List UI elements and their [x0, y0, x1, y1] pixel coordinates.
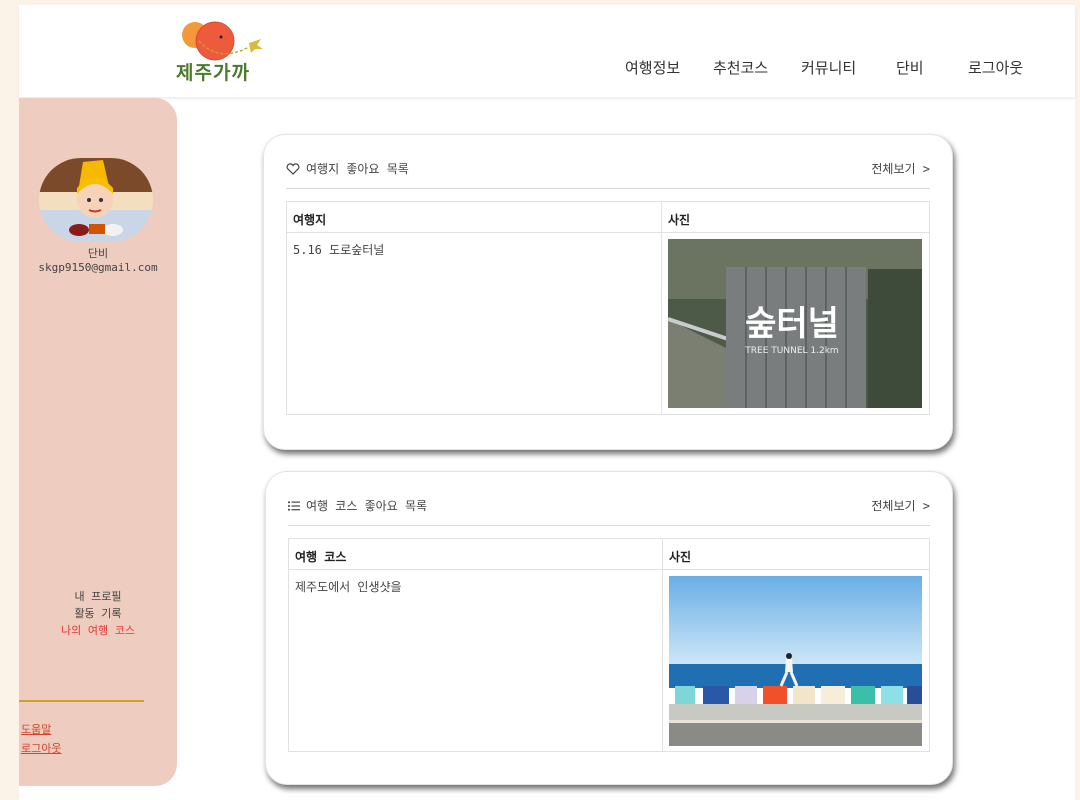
column-divider: [662, 539, 663, 569]
column-divider: [661, 233, 662, 414]
page: 제주가까 여행정보 추천코스 커뮤니티 단비 로그아웃 단비 skgp9150@…: [19, 5, 1075, 800]
photo-sign-title: 숲터널: [745, 304, 839, 344]
card-header: 여행 코스 좋아요 목록 전체보기 >: [288, 472, 930, 526]
liked-courses-table: 여행 코스 사진 제주도에서 인생샷을: [288, 538, 930, 752]
sidebar-menu: 내 프로필 활동 기록 나의 여행 코스: [19, 588, 177, 639]
logout-link[interactable]: 로그아웃: [21, 739, 61, 758]
liked-courses-title: 여행 코스 좋아요 목록: [306, 499, 428, 513]
nav-travel-info[interactable]: 여행정보: [625, 57, 680, 78]
photo-sign-subtitle: TREE TUNNEL 1.2km: [744, 346, 838, 356]
liked-places-card: 여행지 좋아요 목록 전체보기 > 여행지 사진 5.16 도로숲터널 숲터널 …: [263, 134, 953, 450]
view-all-courses-button[interactable]: 전체보기 >: [871, 497, 930, 514]
list-icon: [288, 501, 300, 510]
column-header-photo: 사진: [668, 213, 691, 227]
liked-places-title: 여행지 좋아요 목록: [306, 162, 409, 176]
column-divider: [662, 570, 663, 751]
sidebar-item-activity-log[interactable]: 활동 기록: [19, 605, 177, 622]
liked-places-table: 여행지 사진 5.16 도로숲터널 숲터널 TREE TUNNEL 1.2km: [286, 201, 930, 415]
nav-community[interactable]: 커뮤니티: [801, 57, 856, 78]
nav-recommended-course[interactable]: 추천코스: [713, 57, 768, 78]
table-row[interactable]: 5.16 도로숲터널 숲터널 TREE TUNNEL 1.2km: [287, 233, 929, 414]
sidebar-divider: [19, 700, 144, 702]
profile-email: skgp9150@gmail.com: [38, 261, 158, 274]
avatar: [39, 158, 153, 242]
table-row[interactable]: 제주도에서 인생샷을: [289, 570, 929, 751]
table-header: 여행 코스 사진: [289, 539, 929, 570]
place-name[interactable]: 5.16 도로숲터널: [293, 241, 384, 258]
sidebar: 단비 skgp9150@gmail.com 내 프로필 활동 기록 나의 여행 …: [19, 98, 177, 786]
top-header: 제주가까 여행정보 추천코스 커뮤니티 단비 로그아웃: [19, 5, 1075, 97]
heart-icon: [286, 162, 300, 175]
sidebar-item-my-profile[interactable]: 내 프로필: [19, 588, 177, 605]
tree-tunnel-photo[interactable]: 숲터널 TREE TUNNEL 1.2km: [668, 239, 922, 408]
help-link[interactable]: 도움말: [21, 720, 61, 739]
card-title: 여행 코스 좋아요 목록: [288, 497, 427, 514]
main-nav: 여행정보 추천코스 커뮤니티 단비 로그아웃: [19, 57, 1075, 83]
liked-courses-card: 여행 코스 좋아요 목록 전체보기 > 여행 코스 사진 제주도에서 인생샷을: [265, 471, 953, 785]
column-divider: [661, 202, 662, 232]
card-header: 여행지 좋아요 목록 전체보기 >: [286, 135, 930, 189]
course-name[interactable]: 제주도에서 인생샷을: [295, 578, 402, 595]
nav-logout[interactable]: 로그아웃: [968, 57, 1023, 78]
profile-username: 단비: [87, 247, 109, 260]
nav-user-name[interactable]: 단비: [896, 57, 924, 78]
column-header-place: 여행지: [293, 213, 327, 227]
sidebar-item-my-travel-course[interactable]: 나의 여행 코스: [19, 622, 177, 639]
seaside-photo[interactable]: [669, 576, 922, 746]
card-title: 여행지 좋아요 목록: [286, 160, 409, 177]
sidebar-links: 도움말 로그아웃: [21, 720, 61, 758]
avatar-image: [39, 158, 153, 242]
column-header-course: 여행 코스: [295, 550, 347, 564]
table-header: 여행지 사진: [287, 202, 929, 233]
column-header-photo: 사진: [669, 550, 692, 564]
view-all-places-button[interactable]: 전체보기 >: [871, 160, 930, 177]
